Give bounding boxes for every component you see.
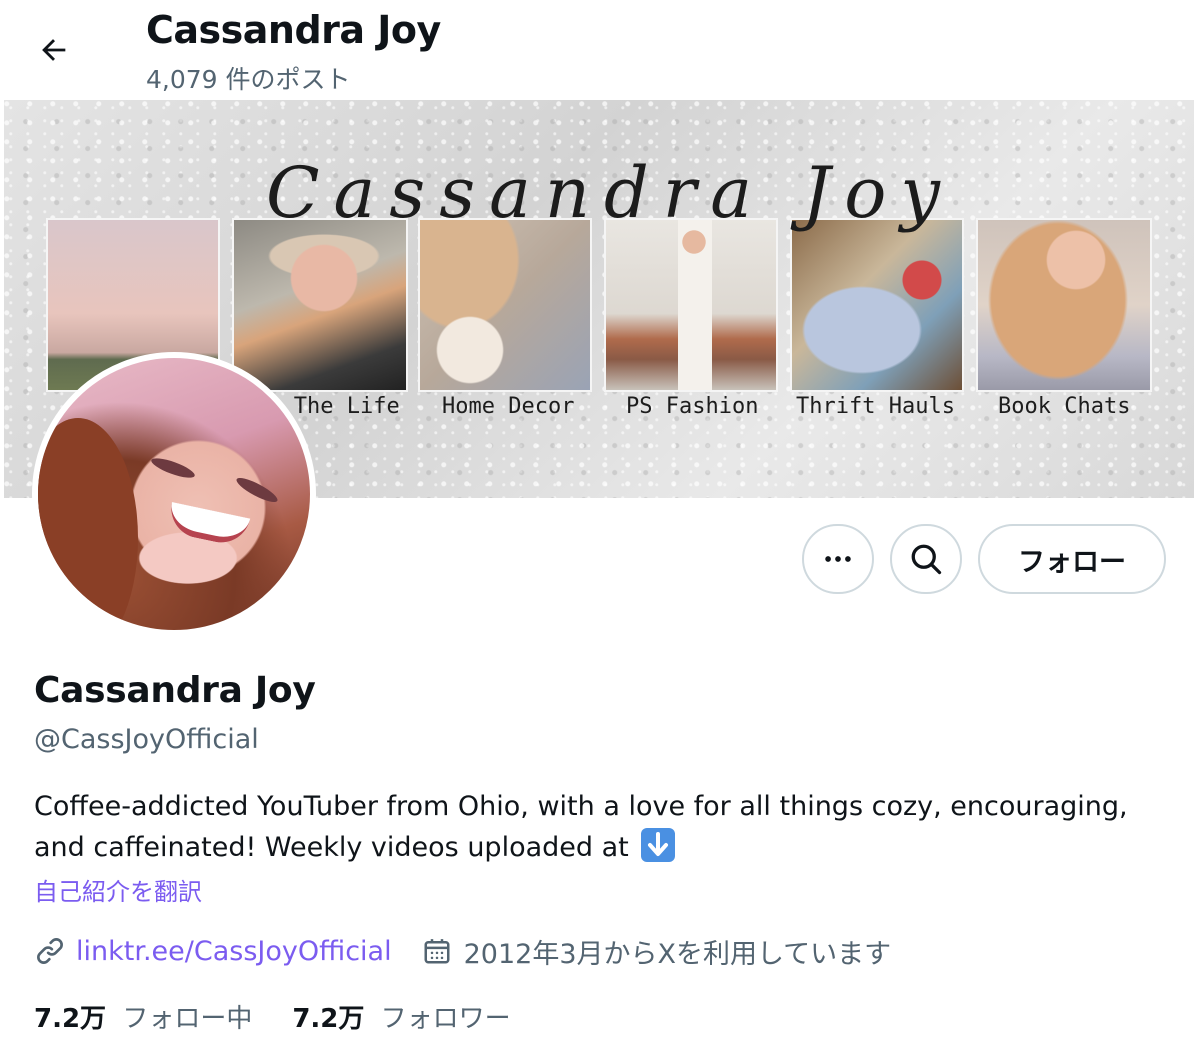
arrow-left-icon (42, 39, 66, 61)
following-count: 7.2万 (34, 1004, 107, 1034)
profile-website-link[interactable]: linktr.ee/CassJoyOfficial (76, 936, 392, 967)
follow-button[interactable]: フォロー (978, 524, 1166, 594)
post-count: 4,079 件のポスト (146, 65, 351, 94)
avatar-eye (233, 473, 281, 507)
header-title: Cassandra Joy (146, 8, 441, 52)
down-arrow-emoji (641, 828, 676, 862)
follow-counts: 7.2万 フォロー中 7.2万 フォロワー (34, 998, 511, 1035)
banner-label: Home Decor (442, 394, 575, 419)
avatar[interactable] (32, 352, 316, 636)
arrow-down-icon (648, 832, 669, 856)
banner-tile-thrift (790, 218, 964, 392)
banner-label: Thrift Hauls (796, 394, 955, 419)
search-icon (911, 544, 942, 575)
joined-date: 2012年3月からXを利用しています (463, 938, 892, 970)
banner-label: PS Fashion (626, 394, 759, 419)
profile-meta: linktr.ee/CassJoyOfficial 2012年3月からXを利用し… (34, 930, 891, 972)
avatar-eye (149, 454, 197, 482)
bio-text: Coffee-addicted YouTuber from Ohio, with… (34, 791, 1128, 863)
calendar-icon (424, 939, 450, 964)
banner-label: Book Chats (998, 394, 1131, 419)
following-link[interactable]: 7.2万 フォロー中 (34, 998, 252, 1035)
banner-tile-decor (418, 218, 592, 392)
search-button[interactable] (890, 524, 962, 594)
more-button[interactable] (802, 524, 874, 594)
avatar-hair (38, 418, 138, 630)
avatar-smile (165, 502, 251, 548)
translate-bio-link[interactable]: 自己紹介を翻訳 (34, 872, 202, 907)
link-icon (37, 938, 63, 964)
followers-label: フォロワー (380, 1004, 511, 1034)
banner-tile-life (232, 218, 408, 392)
banner-tile-fashion (604, 218, 778, 392)
top-bar: Cassandra Joy 4,079 件のポスト (0, 0, 1194, 100)
profile-bio: Coffee-addicted YouTuber from Ohio, with… (34, 786, 1164, 868)
followers-link[interactable]: 7.2万 フォロワー (292, 998, 510, 1035)
back-button[interactable] (28, 24, 80, 76)
following-label: フォロー中 (122, 1004, 253, 1034)
profile-handle: @CassJoyOfficial (34, 724, 259, 755)
banner-tile-books (976, 218, 1152, 392)
followers-count: 7.2万 (292, 1004, 365, 1034)
more-horizontal-icon (825, 556, 851, 562)
profile-name: Cassandra Joy (34, 670, 316, 711)
banner-script-title: Cassandra Joy (266, 152, 954, 234)
